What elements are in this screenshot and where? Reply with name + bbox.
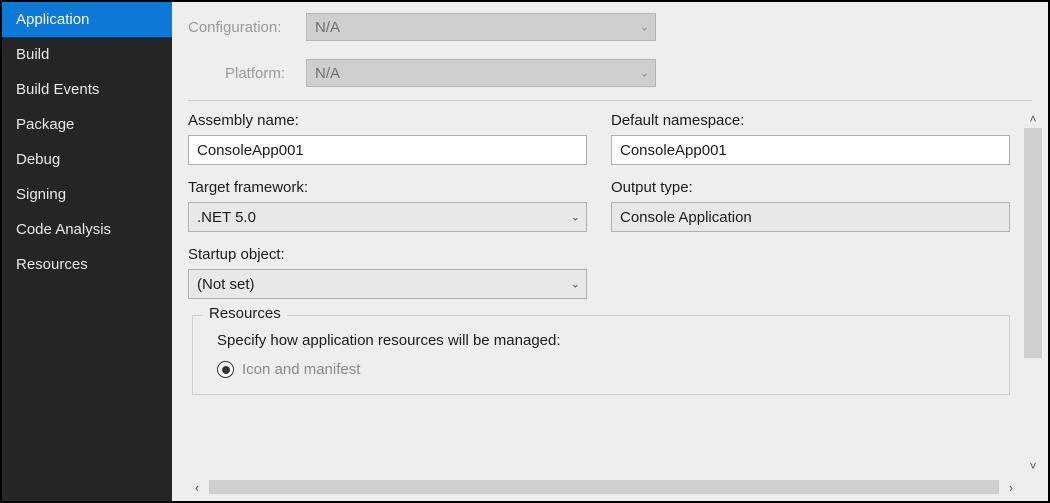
default-namespace-label: Default namespace: (611, 112, 1010, 129)
platform-value: N/A (315, 65, 340, 82)
project-properties-window: Application Build Build Events Package D… (2, 2, 1048, 501)
platform-row: Platform: N/A ⌄ (172, 48, 1048, 94)
content-scroll-area: Assembly name: Default namespace: Target… (172, 108, 1048, 475)
target-framework-value: .NET 5.0 (197, 209, 256, 226)
chevron-down-icon: ⌄ (571, 278, 580, 291)
sidebar: Application Build Build Events Package D… (2, 2, 172, 501)
hscroll-track[interactable] (209, 480, 999, 494)
configuration-row: Configuration: N/A ⌄ (172, 2, 1048, 48)
scroll-down-icon[interactable]: ˅ (1022, 457, 1044, 475)
divider (188, 100, 1032, 101)
chevron-down-icon: ⌄ (640, 67, 649, 80)
chevron-down-icon: ⌄ (640, 21, 649, 34)
sidebar-item-application[interactable]: Application (2, 2, 172, 37)
output-type-combo[interactable]: Console Application ⌄ (611, 202, 1010, 232)
sidebar-item-label: Debug (16, 151, 60, 168)
startup-object-label: Startup object: (188, 246, 587, 263)
assembly-name-label: Assembly name: (188, 112, 587, 129)
sidebar-item-label: Signing (16, 186, 66, 203)
configuration-combo: N/A ⌄ (306, 13, 656, 41)
default-namespace-input[interactable] (611, 135, 1010, 165)
sidebar-item-package[interactable]: Package (2, 107, 172, 142)
sidebar-item-signing[interactable]: Signing (2, 177, 172, 212)
startup-object-value: (Not set) (197, 276, 255, 293)
fields-grid: Assembly name: Default namespace: Target… (188, 108, 1042, 299)
startup-object-combo[interactable]: (Not set) ⌄ (188, 269, 587, 299)
target-framework-label: Target framework: (188, 179, 587, 196)
vscroll-track[interactable] (1024, 128, 1042, 457)
icon-and-manifest-radio[interactable]: Icon and manifest (217, 361, 993, 378)
platform-label: Platform: (188, 65, 298, 82)
output-type-value: Console Application (620, 209, 752, 226)
horizontal-scrollbar[interactable]: ‹ › (188, 477, 1020, 497)
radio-label: Icon and manifest (242, 361, 360, 378)
target-framework-combo[interactable]: .NET 5.0 ⌄ (188, 202, 587, 232)
configuration-value: N/A (315, 19, 340, 36)
sidebar-item-label: Code Analysis (16, 221, 111, 238)
configuration-label: Configuration: (188, 19, 298, 36)
sidebar-item-resources[interactable]: Resources (2, 247, 172, 282)
assembly-name-input[interactable] (188, 135, 587, 165)
sidebar-item-label: Build (16, 46, 49, 63)
sidebar-item-code-analysis[interactable]: Code Analysis (2, 212, 172, 247)
scroll-left-icon[interactable]: ‹ (188, 480, 206, 495)
sidebar-item-build[interactable]: Build (2, 37, 172, 72)
radio-icon (217, 361, 234, 378)
vscroll-thumb[interactable] (1024, 128, 1042, 358)
sidebar-item-build-events[interactable]: Build Events (2, 72, 172, 107)
platform-combo: N/A ⌄ (306, 59, 656, 87)
resources-description: Specify how application resources will b… (217, 332, 993, 349)
sidebar-item-label: Build Events (16, 81, 99, 98)
sidebar-item-label: Package (16, 116, 74, 133)
application-panel: Configuration: N/A ⌄ Platform: N/A ⌄ Ass… (172, 2, 1048, 501)
scroll-right-icon[interactable]: › (1002, 480, 1020, 495)
resources-legend: Resources (203, 305, 287, 322)
sidebar-item-debug[interactable]: Debug (2, 142, 172, 177)
output-type-label: Output type: (611, 179, 1010, 196)
sidebar-item-label: Resources (16, 256, 88, 273)
vertical-scrollbar[interactable]: ˄ ˅ (1022, 110, 1044, 475)
sidebar-item-label: Application (16, 11, 89, 28)
chevron-down-icon: ⌄ (571, 211, 580, 224)
resources-group: Resources Specify how application resour… (192, 315, 1010, 395)
scroll-up-icon[interactable]: ˄ (1022, 110, 1044, 128)
